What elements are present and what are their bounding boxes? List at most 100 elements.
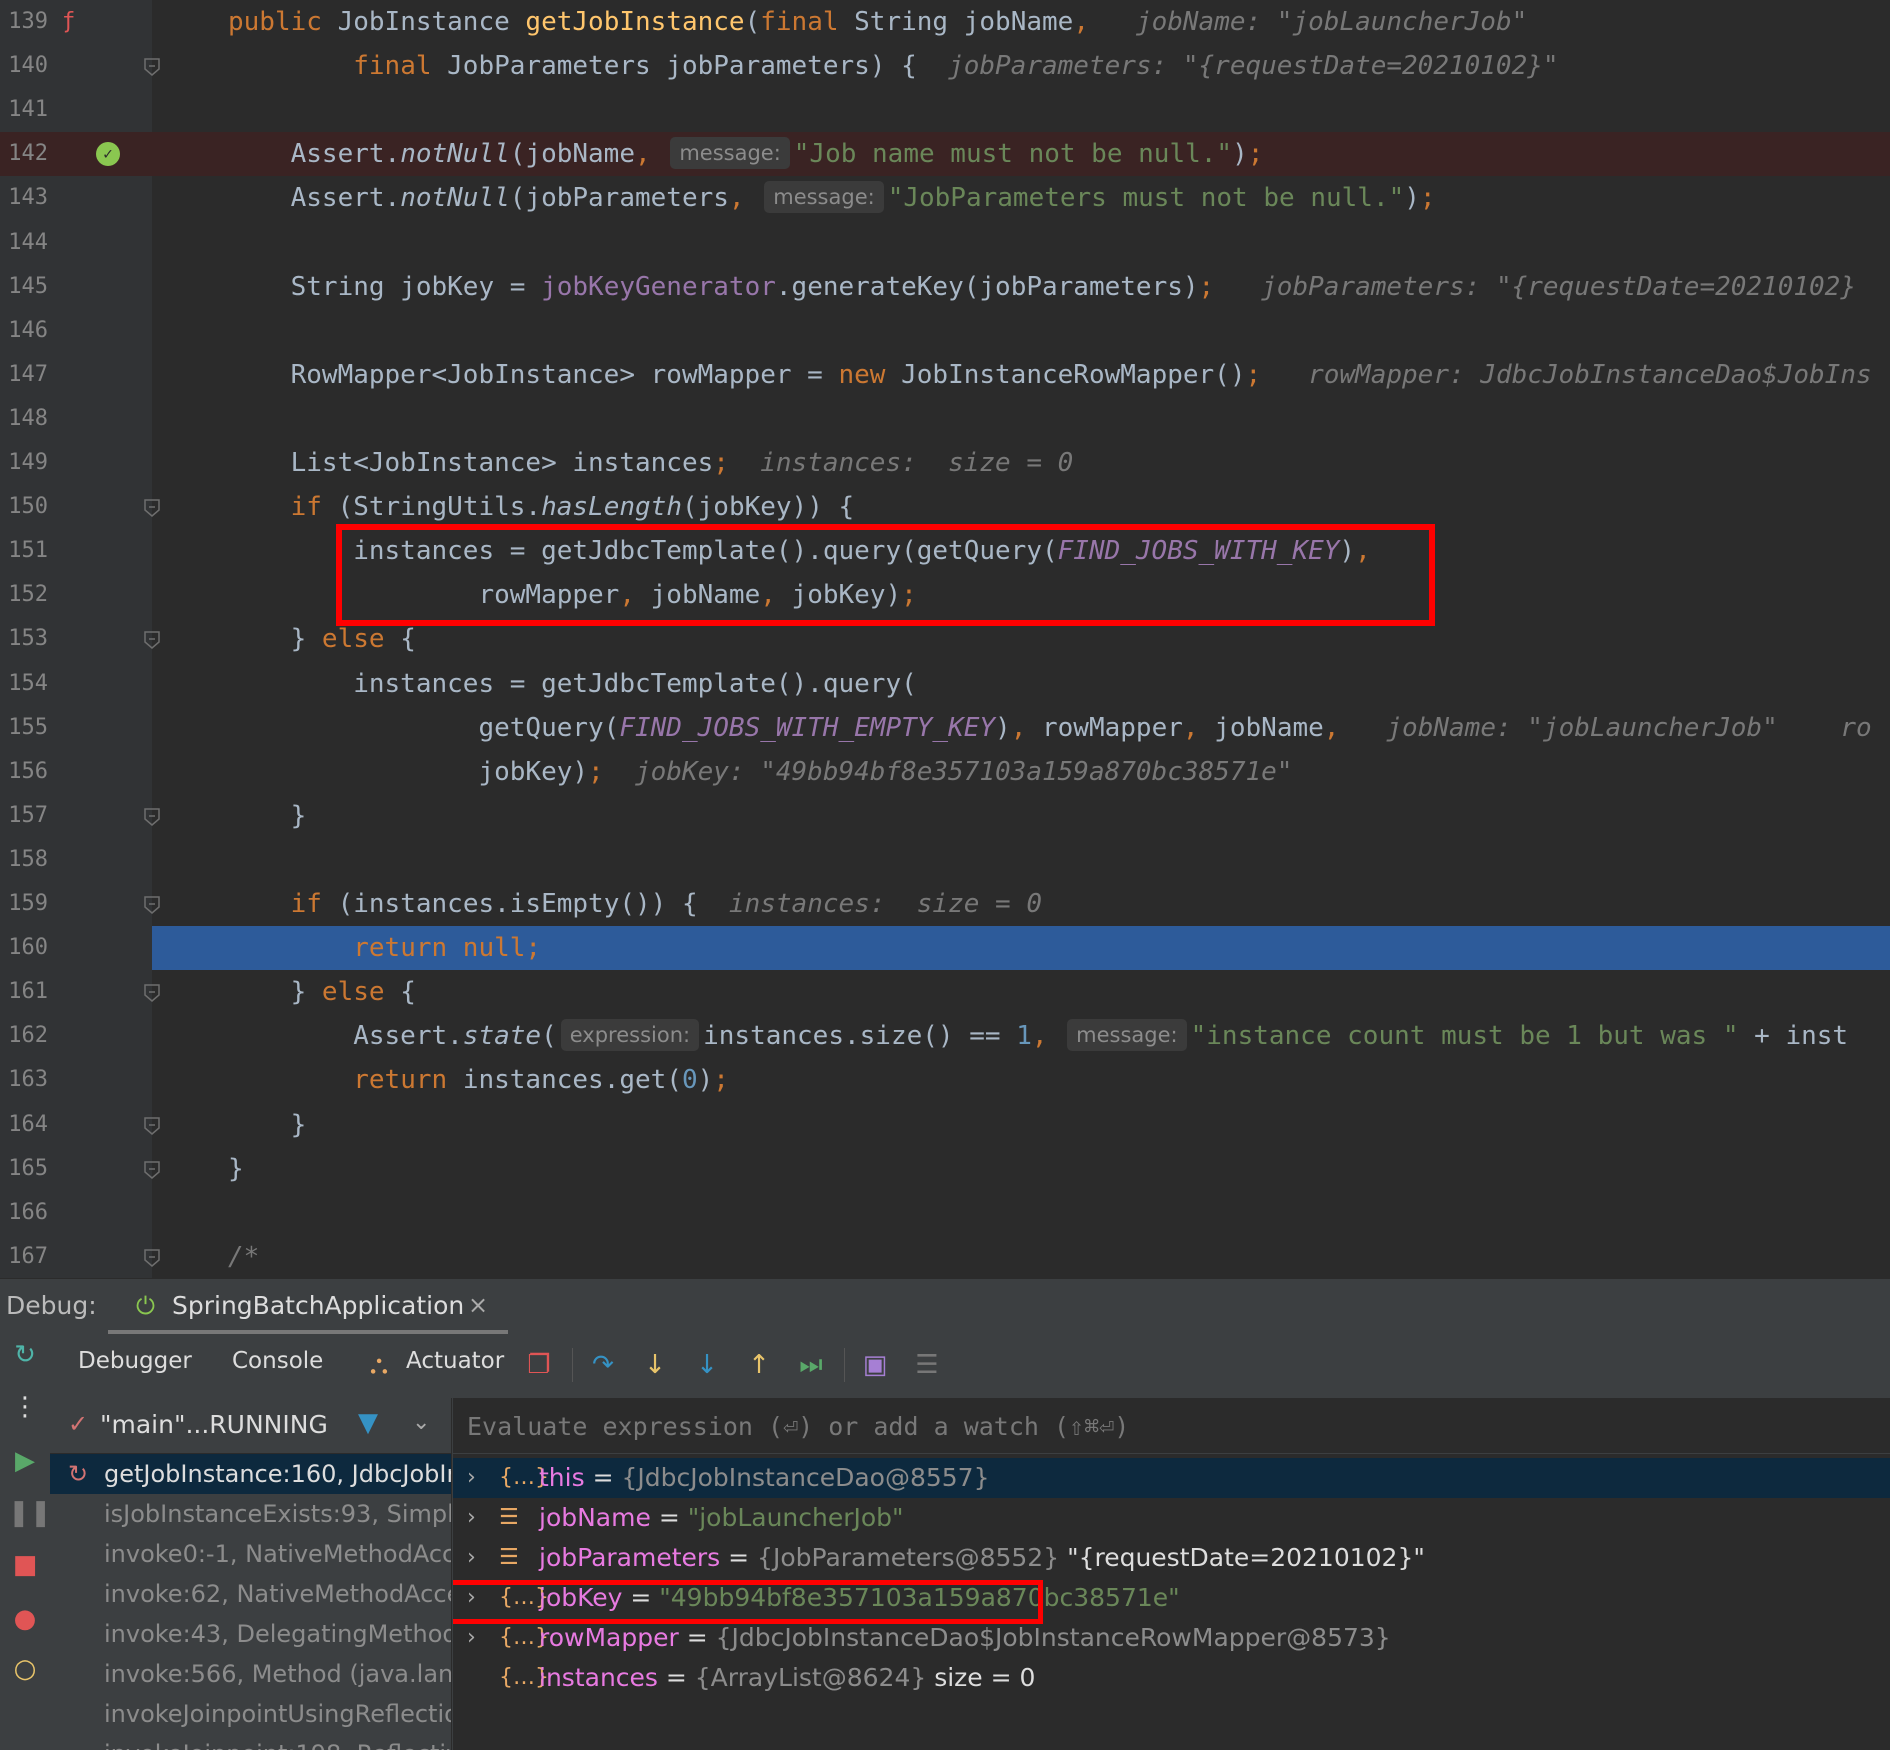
variable-value: {JdbcJobInstanceDao@8557} (621, 1463, 990, 1492)
stack-frame[interactable]: invoke0:-1, NativeMethodAccessorImpl (50, 1534, 451, 1574)
code-line[interactable]: 146 (0, 309, 1890, 353)
chevron-right-icon[interactable]: › (467, 1618, 476, 1658)
stop-icon[interactable]: ■ (8, 1548, 42, 1582)
chevron-right-icon[interactable]: › (467, 1458, 476, 1498)
code-token: ) (1232, 139, 1248, 170)
code-line[interactable]: 165} (0, 1147, 1890, 1191)
fold-marker-icon[interactable] (144, 499, 160, 518)
code-line[interactable]: 154 instances = getJdbcTemplate().query( (0, 662, 1890, 706)
tab-debugger[interactable]: Debugger (78, 1348, 192, 1374)
method-override-icon[interactable]: ƒ (62, 8, 90, 36)
code-line[interactable]: 140 final JobParameters jobParameters) {… (0, 44, 1890, 88)
debugger-toolbar: Debugger Console ⛬ Actuator ❐ ↷ ↓ ↓ ↑ ⏭ … (50, 1334, 1890, 1398)
mute-breakpoints-icon[interactable]: ○ (8, 1652, 42, 1686)
code-line[interactable]: 157 } (0, 794, 1890, 838)
force-step-into-icon[interactable]: ↓ (690, 1348, 724, 1382)
code-token: } (228, 624, 322, 655)
resume-icon[interactable]: ▶ (8, 1444, 42, 1478)
code-line[interactable]: 159 if (instances.isEmpty()) { instances… (0, 882, 1890, 926)
pause-icon[interactable]: ❚❚ (8, 1496, 52, 1530)
rerun-icon[interactable]: ↻ (8, 1338, 42, 1372)
code-token: else (321, 624, 401, 655)
line-number: 161 (8, 979, 48, 1005)
highlight-box-jobkey (453, 1580, 1043, 1624)
code-line[interactable]: 167 /* (0, 1235, 1890, 1278)
code-line[interactable]: 143 Assert.notNull(jobParameters, messag… (0, 176, 1890, 220)
line-number: 139 (8, 9, 48, 34)
code-line[interactable]: 142 ✓ Assert.notNull(jobName, message: "Jo… (0, 132, 1890, 177)
variable-row[interactable]: › ☰ jobName = "jobLauncherJob" (453, 1498, 1890, 1538)
code-line[interactable]: 162 Assert.state(expression: instances.si… (0, 1014, 1890, 1058)
stack-frame-label: invokeJoinpointUsingReflection (104, 1700, 452, 1728)
run-config-tab[interactable]: ⏻ SpringBatchApplication × (108, 1279, 508, 1335)
step-into-icon[interactable]: ↓ (638, 1348, 672, 1382)
thread-selector[interactable]: ✓ "main"...RUNNING ▼ ⌄ (50, 1398, 451, 1454)
stack-frame[interactable]: invoke:43, DelegatingMethodAccessorImpl (50, 1614, 451, 1654)
fold-marker-icon[interactable] (144, 1160, 160, 1179)
stack-frame[interactable]: invokeJoinpoint:198, ReflectiveMethodInv… (50, 1734, 451, 1750)
fold-marker-icon[interactable] (144, 808, 160, 826)
restore-layout-icon[interactable]: ❐ (522, 1348, 556, 1382)
fold-marker-icon[interactable] (144, 58, 160, 77)
inline-value-hint: instances: size = 0 (697, 889, 1042, 919)
code-text: RowMapper<JobInstance> rowMapper = new J… (228, 353, 1872, 397)
filter-icon[interactable]: ▼ (358, 1408, 378, 1438)
variable-row[interactable]: › {…} rowMapper = {JdbcJobInstanceDao$JobI… (453, 1618, 1890, 1658)
inline-value-hint: jobName: "jobLauncherJob" ro (1339, 712, 1872, 743)
code-line[interactable]: 156 jobKey); jobKey: "49bb94bf8e357103a1… (0, 750, 1890, 794)
code-token: "Job name must not be null." (793, 139, 1233, 170)
code-editor[interactable]: 139 ƒ public JobInstance getJobInstance(fi… (0, 0, 1890, 1278)
code-line[interactable]: 158 (0, 838, 1890, 882)
chevron-down-icon[interactable]: ⌄ (412, 1410, 430, 1435)
view-breakpoints-icon[interactable]: ● (8, 1602, 42, 1636)
code-line[interactable]: 147 RowMapper<JobInstance> rowMapper = n… (0, 353, 1890, 397)
stack-frame[interactable]: isJobInstanceExists:93, SimpleJobReposit… (50, 1494, 451, 1534)
chevron-right-icon[interactable]: › (467, 1498, 476, 1538)
tab-actuator[interactable]: Actuator (406, 1348, 504, 1374)
step-over-icon[interactable]: ↷ (586, 1348, 620, 1382)
code-token: Assert. (228, 183, 401, 214)
code-line[interactable]: 160 return null; (8, 926, 1890, 971)
code-token: .generateKey(jobParameters) (775, 271, 1199, 302)
fold-marker-icon[interactable] (144, 1249, 160, 1267)
tab-console[interactable]: Console (232, 1348, 323, 1374)
code-line[interactable]: 139 ƒ public JobInstance getJobInstance(fi… (0, 0, 1890, 44)
code-line[interactable]: 144 (0, 221, 1890, 265)
variable-row[interactable]: {…} instances = {ArrayList@8624} size = 0 (453, 1658, 1890, 1698)
line-number: 159 (8, 891, 48, 916)
evaluate-expression-icon[interactable]: ▣ (858, 1348, 892, 1382)
code-token: (jobKey)) { (681, 492, 855, 523)
step-out-icon[interactable]: ↑ (742, 1348, 776, 1382)
fold-marker-icon[interactable] (144, 896, 160, 914)
line-number: 146 (8, 317, 48, 343)
code-line[interactable]: 163 return instances.get(0); (0, 1058, 1890, 1102)
stack-frame[interactable]: invoke:62, NativeMethodAccessorImpl (50, 1574, 451, 1614)
fold-marker-icon[interactable] (144, 1116, 160, 1135)
more-options-icon[interactable]: ⋮ (8, 1390, 42, 1424)
code-line[interactable]: 148 (0, 397, 1890, 441)
code-line[interactable]: 141 (0, 88, 1890, 132)
run-to-cursor-icon[interactable]: ⏭ (794, 1348, 828, 1382)
evaluate-expression-input[interactable] (467, 1406, 1867, 1446)
thread-label: "main"...RUNNING (100, 1410, 328, 1439)
stack-frame[interactable]: ↻ getJobInstance:160, JdbcJobInstanceDao (50, 1454, 451, 1494)
close-icon[interactable]: × (468, 1291, 488, 1319)
code-line[interactable]: 161 } else { (0, 970, 1890, 1014)
fold-marker-icon[interactable] (144, 984, 160, 1003)
trace-list-icon[interactable]: ☰ (910, 1348, 944, 1382)
stack-frame[interactable]: invoke:566, Method (java.lang.reflect) (50, 1654, 451, 1694)
breakpoint-check-icon[interactable]: ✓ (96, 142, 120, 167)
code-token: "instance count must be 1 but was " (1190, 1021, 1739, 1052)
fold-marker-icon[interactable] (144, 631, 160, 650)
code-line[interactable]: 155 getQuery(FIND_JOBS_WITH_EMPTY_KEY), … (0, 706, 1890, 750)
code-text: jobKey); jobKey: "49bb94bf8e357103a159a8… (228, 750, 1292, 794)
variable-row[interactable]: › ☰ jobParameters = {JobParameters@8552} "… (453, 1538, 1890, 1578)
code-line[interactable]: 150 if (StringUtils.hasLength(jobKey)) { (0, 485, 1890, 529)
code-line[interactable]: 164 } (0, 1103, 1890, 1147)
code-line[interactable]: 149 List<JobInstance> instances; instanc… (0, 441, 1890, 485)
code-line[interactable]: 145 String jobKey = jobKeyGenerator.gene… (0, 265, 1890, 309)
variable-row[interactable]: › {…} this = {JdbcJobInstanceDao@8557} (453, 1458, 1890, 1498)
stack-frame[interactable]: invokeJoinpointUsingReflection (50, 1694, 452, 1734)
chevron-right-icon[interactable]: › (467, 1538, 476, 1578)
code-line[interactable]: 166 (0, 1191, 1890, 1235)
